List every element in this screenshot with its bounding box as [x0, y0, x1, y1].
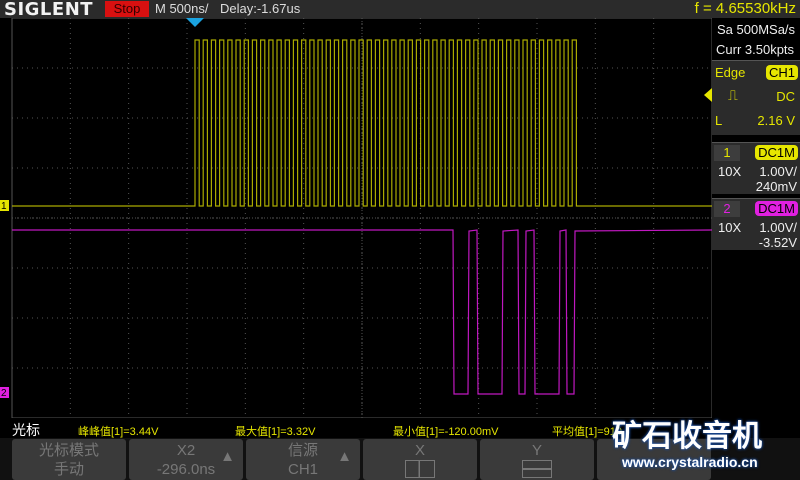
measurement-max: 最大值[1]=3.32V — [235, 426, 316, 438]
measurement-pk-pk: 峰峰值[1]=3.44V — [78, 426, 159, 438]
trigger-type: Edge — [715, 65, 746, 80]
ch2-marker-label: 2 — [1, 388, 7, 399]
ch1-panel[interactable]: 1 DC1M 10X 1.00V/ 240mV — [712, 142, 800, 194]
trigger-coupling: DC — [776, 89, 795, 104]
ch2-scale: 1.00V/ — [759, 220, 797, 235]
rising-edge-icon: ⎍ — [728, 87, 738, 103]
softkey-y-cursor[interactable]: Y — [480, 439, 594, 480]
graticule — [11, 18, 712, 418]
top-bar: SIGLENT Stop M 500ns/ Delay:-1.67us f = … — [0, 0, 800, 20]
trigger-delay[interactable]: Delay:-1.67us — [220, 1, 300, 17]
trigger-level: 2.16 V — [757, 113, 795, 128]
watermark: 矿石收音机 www.crystalradio.cn — [612, 420, 762, 470]
softkey-x-cursor[interactable]: X — [363, 439, 477, 480]
waveform-display: 1 2 — [0, 18, 712, 418]
x-cursor-icon — [405, 460, 435, 478]
ch1-number: 1 — [714, 145, 740, 161]
memory-depth: Curr 3.50kpts — [716, 42, 795, 57]
adjust-up-icon: ▲ — [220, 448, 235, 465]
ch1-coupling: DC1M — [755, 145, 798, 160]
cursor-menu-title: 光标 — [12, 422, 40, 438]
sample-rate: Sa 500MSa/s — [717, 22, 796, 37]
trigger-level-label: L — [715, 113, 723, 128]
softkey-source[interactable]: 信源 CH1 ▲ — [246, 439, 360, 480]
ch1-offset: 240mV — [755, 179, 797, 194]
ch2-coupling: DC1M — [755, 201, 798, 216]
trigger-level-marker — [704, 88, 712, 102]
trigger-position-marker — [186, 18, 204, 27]
measurement-min: 最小值[1]=-120.00mV — [393, 426, 499, 438]
softkey-cursor-mode[interactable]: 光标模式 手动 — [12, 439, 126, 480]
ch1-scale: 1.00V/ — [759, 164, 797, 179]
ch2-panel[interactable]: 2 DC1M 10X 1.00V/ -3.52V — [712, 198, 800, 250]
adjust-up-icon: ▲ — [337, 448, 352, 465]
timebase[interactable]: M 500ns/ — [155, 1, 208, 17]
side-panel: Sa 500MSa/s Curr 3.50kpts Edge CH1 ⎍ DC … — [712, 18, 800, 418]
brand-logo: SIGLENT — [4, 0, 94, 20]
softkey-x2[interactable]: X2 -296.0ns ▲ — [129, 439, 243, 480]
ch2-offset: -3.52V — [758, 235, 797, 250]
trigger-source: CH1 — [765, 65, 798, 80]
frequency-counter: f = 4.65530kHz — [694, 0, 796, 17]
ch2-probe: 10X — [718, 220, 742, 235]
run-stop-status[interactable]: Stop — [105, 1, 149, 17]
ch2-number: 2 — [714, 201, 740, 217]
ch1-marker-label: 1 — [1, 201, 7, 212]
trigger-panel[interactable]: Edge CH1 ⎍ DC L 2.16 V — [712, 60, 800, 135]
ch1-probe: 10X — [718, 164, 742, 179]
y-cursor-icon — [522, 460, 552, 478]
